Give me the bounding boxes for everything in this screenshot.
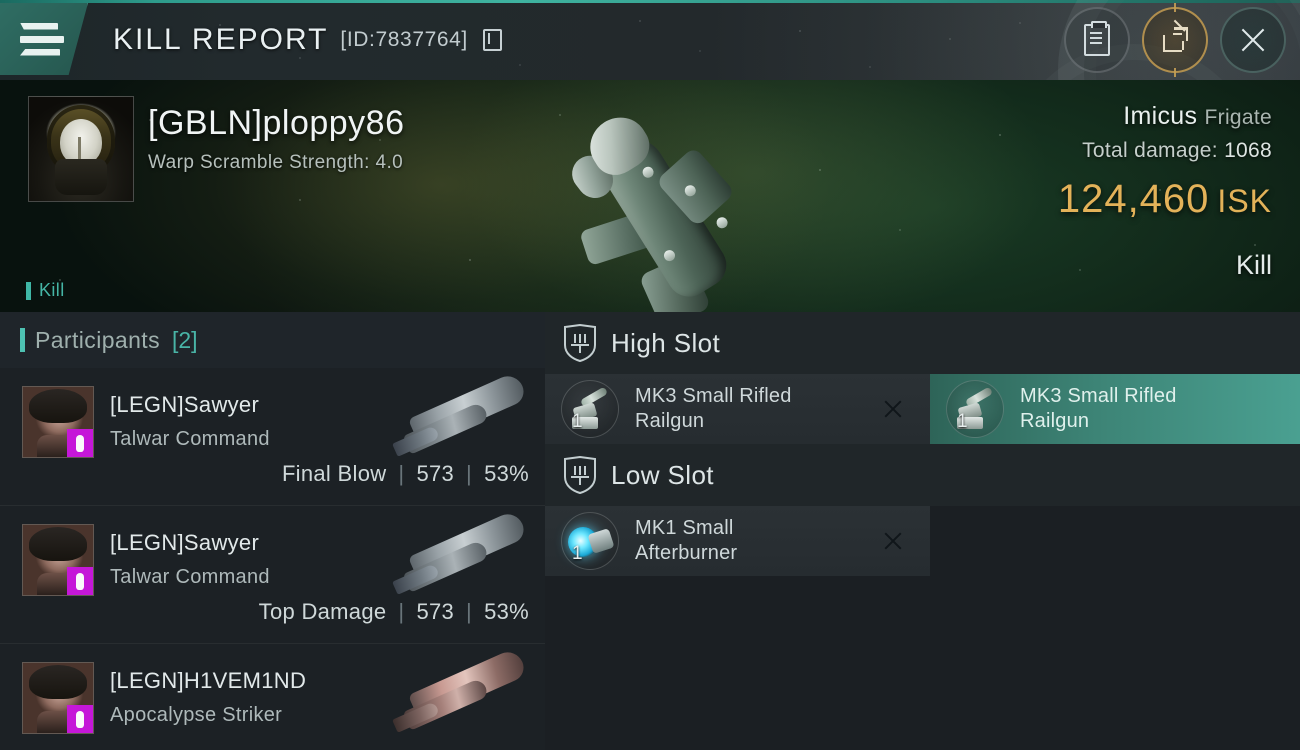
capsuleer-badge-icon [67,705,93,733]
close-icon [1238,25,1268,55]
railgun-icon: 1 [561,380,619,438]
participants-title: Participants [35,326,160,353]
total-damage-value: 1068 [1224,139,1272,162]
avatar [22,386,94,458]
participants-count: [2] [171,326,198,353]
report-icon [1084,21,1110,56]
fitting-panel: High Slot 1 MK3 Small Rifled Railgun 1 M… [545,312,1300,750]
kill-status-badge: Kill [26,280,65,301]
participant-name: [LEGN]Sawyer [110,530,260,555]
isk-unit: ISK [1217,183,1272,219]
participants-panel: Participants [2] [LEGN]Sawyer Talwar Com… [0,312,545,750]
participant-role: Top Damage [258,599,387,624]
victim-ship-label: Imicus Frigate [1058,102,1272,131]
stat-separator: | [466,461,473,486]
participants-accent-bar [20,328,25,352]
shield-slot-icon [563,324,597,362]
share-icon [1163,19,1188,52]
capsuleer-badge-icon [67,567,93,595]
module-item-selected[interactable]: 1 MK3 Small Rifled Railgun [930,374,1300,444]
participant-row[interactable]: [LEGN]Sawyer Talwar Command Top Damage |… [0,506,545,644]
stat-separator: | [398,461,405,486]
page-title-text: KILL REPORT [113,23,329,56]
page-title: KILL REPORT [ID:7837764] [113,0,502,80]
report-id-text: [ID:7837764] [340,28,468,51]
stat-separator: | [398,599,405,624]
afterburner-icon: 1 [561,512,619,570]
low-slot-modules: 1 MK1 Small Afterburner [545,506,1300,576]
isk-amount: 124,460 [1057,177,1210,221]
avatar [22,662,94,734]
participant-ship-render [385,647,535,748]
low-slot-header: Low Slot [545,444,1300,506]
participant-row[interactable]: [LEGN]H1VEM1ND Apocalypse Striker [0,644,545,750]
participant-name: [LEGN]H1VEM1ND [110,668,307,693]
stat-separator: | [466,599,473,624]
participant-damage: 573 [416,461,455,486]
module-quantity: 1 [957,411,968,432]
low-slot-section: Low Slot 1 MK1 Small Afterburner [545,444,1300,576]
avatar [22,524,94,596]
high-slot-modules: 1 MK3 Small Rifled Railgun 1 MK3 Small R… [545,374,1300,444]
close-button[interactable] [1220,7,1286,73]
low-slot-title: Low Slot [611,459,714,490]
copy-icon[interactable] [482,29,502,51]
hamburger-menu-icon [20,22,64,56]
report-button[interactable] [1064,7,1130,73]
victim-ship-name: Imicus [1123,102,1198,130]
participants-header: Participants [2] [0,312,545,368]
module-name: MK3 Small Rifled Railgun [1020,385,1177,432]
participant-ship-render [385,509,535,610]
participant-ship: Apocalypse Striker [110,704,283,726]
victim-name: [GBLN]ploppy86 [148,104,405,142]
module-remove-icon[interactable] [882,398,904,420]
participant-ship: Talwar Command [110,428,270,450]
high-slot-section: High Slot 1 MK3 Small Rifled Railgun 1 M… [545,312,1300,444]
isk-value: 124,460 ISK [1058,177,1272,222]
kill-result-label: Kill [1235,250,1272,280]
kill-report-screen: KILL REPORT [ID:7837764] [GBLN]ploppy86 [0,0,1300,750]
header-actions [1064,0,1286,80]
total-damage-label: Total damage: [1082,139,1218,162]
victim-stats: Imicus Frigate Total damage: 1068 124,46… [1058,102,1272,222]
app-header: KILL REPORT [ID:7837764] [0,0,1300,80]
participant-percent: 53% [484,599,529,624]
participant-damage: 573 [416,599,455,624]
participant-role: Final Blow [281,461,387,486]
share-button[interactable] [1142,3,1208,77]
participant-ship: Talwar Command [110,566,270,588]
capsuleer-badge-icon [67,429,93,457]
module-item[interactable]: 1 MK1 Small Afterburner [545,506,930,576]
module-item[interactable]: 1 MK3 Small Rifled Railgun [545,374,930,444]
participant-ship-render [385,371,535,472]
warp-scramble-strength: Warp Scramble Strength: 4.0 [148,152,404,173]
module-quantity: 1 [572,411,583,432]
kill-accent-bar [26,281,31,300]
participant-percent: 53% [484,461,529,486]
person-icon[interactable] [1254,394,1278,424]
railgun-icon: 1 [946,380,1004,438]
participant-name: [LEGN]Sawyer [110,392,260,417]
module-name: MK1 Small Afterburner [635,517,738,564]
victim-ship-class: Frigate [1204,106,1272,129]
module-name: MK3 Small Rifled Railgun [635,385,792,432]
participant-stats: Top Damage | 573 | 53% [259,599,529,625]
participant-stats: Final Blow | 573 | 53% [282,461,529,487]
high-slot-title: High Slot [611,327,721,358]
module-quantity: 1 [572,543,583,564]
shield-slot-icon [563,456,597,494]
victim-avatar[interactable] [28,96,134,202]
total-damage: Total damage: 1068 [1058,139,1272,163]
victim-banner: [GBLN]ploppy86 Warp Scramble Strength: 4… [0,80,1300,312]
kill-status-text: Kill [39,280,65,300]
high-slot-header: High Slot [545,312,1300,374]
participant-row[interactable]: [LEGN]Sawyer Talwar Command Final Blow |… [0,368,545,506]
module-remove-icon[interactable] [882,530,904,552]
